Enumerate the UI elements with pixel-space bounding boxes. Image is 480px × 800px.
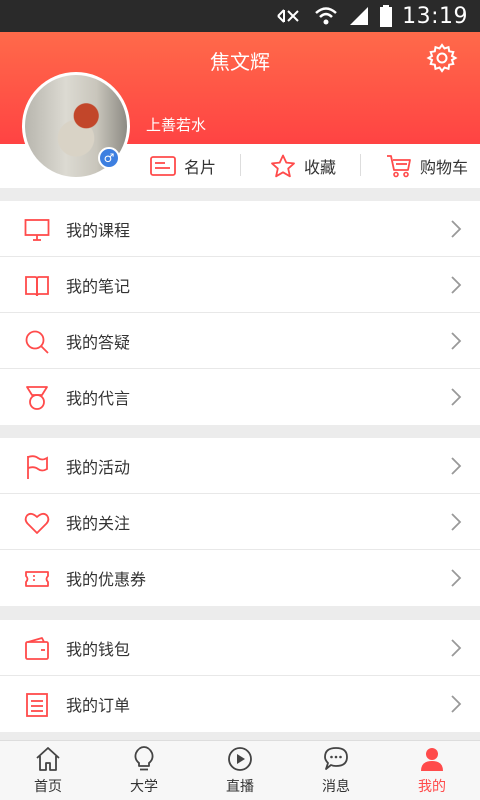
menu-group-social: 我的活动 我的关注 我的优惠券 [0, 438, 480, 606]
heart-icon [24, 512, 50, 534]
status-bar: 13:19 [0, 0, 480, 32]
cart-button[interactable]: 购物车 [386, 144, 468, 188]
cart-icon [387, 155, 411, 178]
gear-icon[interactable] [426, 42, 458, 74]
chevron-right-icon [451, 695, 462, 713]
menu-item-activities[interactable]: 我的活动 [0, 438, 480, 494]
medal-icon [26, 386, 48, 410]
menu-item-label: 我的订单 [66, 696, 131, 715]
menu-item-label: 我的钱包 [66, 639, 131, 659]
page-title: 焦文辉 [210, 50, 270, 74]
order-icon [26, 693, 48, 717]
menu-item-courses[interactable]: 我的课程 [0, 201, 480, 257]
tab-label: 消息 [322, 778, 350, 795]
chat-icon [324, 746, 348, 770]
monitor-icon [24, 219, 50, 241]
home-icon [36, 746, 60, 771]
wallet-icon [25, 637, 49, 660]
favorites-button[interactable]: 收藏 [270, 144, 336, 188]
play-icon [228, 746, 252, 771]
menu-item-orders[interactable]: 我的订单 [0, 676, 480, 732]
menu-item-label: 我的答疑 [66, 332, 131, 352]
menu-item-notes[interactable]: 我的笔记 [0, 257, 480, 313]
search-icon [25, 330, 49, 354]
chevron-right-icon [451, 457, 462, 475]
menu-item-label: 我的课程 [66, 220, 131, 240]
tab-mine[interactable]: 我的 [384, 741, 480, 800]
book-icon [25, 276, 49, 297]
mute-icon [277, 9, 299, 23]
user-bio: 上善若水 [146, 116, 207, 134]
chevron-right-icon [451, 513, 462, 531]
clock: 13:19 [402, 3, 468, 29]
menu-item-qa[interactable]: 我的答疑 [0, 313, 480, 369]
divider [240, 154, 241, 176]
tab-live[interactable]: 直播 [192, 741, 288, 800]
chevron-right-icon [451, 332, 462, 350]
card-button[interactable]: 名片 [150, 144, 216, 188]
card-icon [150, 156, 176, 176]
male-gender-icon: ♂ [98, 147, 120, 169]
chevron-right-icon [451, 639, 462, 657]
chevron-right-icon [451, 388, 462, 406]
menu-item-following[interactable]: 我的关注 [0, 494, 480, 550]
flag-icon [27, 455, 48, 479]
menu-item-label: 我的笔记 [66, 276, 131, 296]
signal-icon [350, 7, 369, 25]
favorites-label: 收藏 [304, 158, 337, 177]
menu-item-endorse[interactable]: 我的代言 [0, 369, 480, 425]
menu-group-finance: 我的钱包 我的订单 [0, 620, 480, 732]
tab-messages[interactable]: 消息 [288, 741, 384, 800]
menu-item-wallet[interactable]: 我的钱包 [0, 620, 480, 676]
card-label: 名片 [184, 158, 217, 177]
star-icon [271, 154, 295, 178]
wifi-icon [315, 7, 337, 25]
bulb-icon [134, 745, 154, 770]
tab-label: 首页 [34, 778, 62, 795]
bottom-tab-bar: 首页 大学 直播 消息 我的 [0, 740, 480, 800]
tab-label: 大学 [130, 778, 158, 795]
chevron-right-icon [451, 220, 462, 238]
chevron-right-icon [451, 276, 462, 294]
ticket-icon [25, 571, 49, 587]
menu-item-label: 我的关注 [66, 513, 131, 533]
tab-label: 我的 [418, 778, 446, 795]
menu-item-coupons[interactable]: 我的优惠券 [0, 550, 480, 606]
divider [360, 154, 361, 176]
cart-label: 购物车 [420, 158, 469, 177]
tab-home[interactable]: 首页 [0, 741, 96, 800]
battery-icon [380, 5, 393, 27]
tab-university[interactable]: 大学 [96, 741, 192, 800]
tab-label: 直播 [226, 778, 254, 795]
chevron-right-icon [451, 569, 462, 587]
menu-group-study: 我的课程 我的笔记 我的答疑 我的代言 [0, 201, 480, 425]
user-icon [421, 747, 443, 771]
menu-item-label: 我的优惠券 [66, 570, 147, 589]
menu-item-label: 我的活动 [66, 457, 131, 477]
menu-item-label: 我的代言 [66, 389, 131, 408]
